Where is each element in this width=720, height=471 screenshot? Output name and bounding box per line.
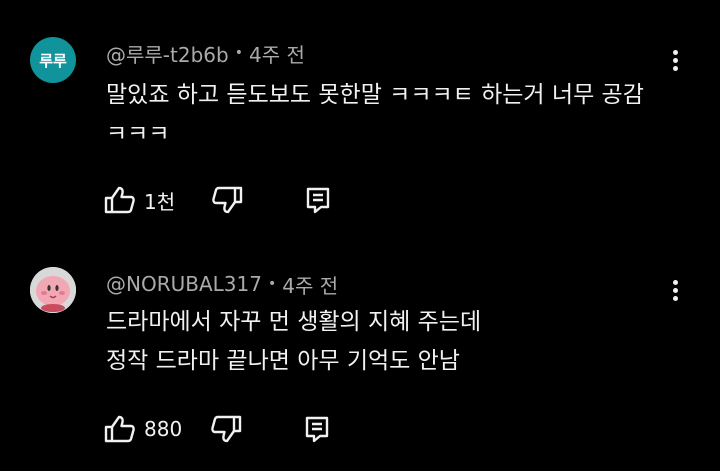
separator-dot: •: [234, 45, 243, 61]
more-dot-icon: [672, 279, 678, 285]
comment-actions: 880: [104, 411, 330, 447]
avatar[interactable]: [30, 267, 76, 313]
comment-line: 말있죠 하고 듣도보도 못한말 ㅋㅋㅋㅌ 하는거 너무 공감: [106, 82, 644, 108]
avatar-text: 루루: [39, 51, 67, 70]
more-options-button[interactable]: [660, 40, 690, 80]
comment-item: @NORUBAL317 • 4주 전 드라마에서 자꾸 먼 생활의 지혜 주는데…: [0, 235, 720, 471]
author-name[interactable]: @NORUBAL317: [106, 272, 262, 296]
comment-header: @NORUBAL317 • 4주 전: [106, 269, 338, 299]
like-count: 1천: [144, 189, 176, 214]
like-count: 880: [144, 417, 183, 441]
more-dot-icon: [672, 287, 678, 293]
more-dot-icon: [672, 49, 678, 55]
avatar[interactable]: 루루: [30, 37, 76, 83]
like-button[interactable]: 880: [104, 415, 182, 443]
like-button[interactable]: 1천: [104, 186, 175, 215]
reply-button[interactable]: [305, 186, 331, 214]
comment-item: 루루 @루루-t2b6b • 4주 전 말있죠 하고 듣도보도 못한말 ㅋㅋㅋㅌ…: [0, 0, 720, 235]
timestamp[interactable]: 4주 전: [282, 270, 338, 299]
comment-text: 드라마에서 자꾸 먼 생활의 지혜 주는데 정작 드라마 끝나면 아무 기억도 …: [106, 303, 696, 381]
comment-text: 말있죠 하고 듣도보도 못한말 ㅋㅋㅋㅌ 하는거 너무 공감 ㅋㅋㅋ: [106, 76, 696, 154]
thumbs-up-icon: [104, 415, 136, 443]
more-dot-icon: [672, 295, 678, 301]
author-name[interactable]: @루루-t2b6b: [106, 39, 229, 68]
timestamp[interactable]: 4주 전: [249, 39, 305, 68]
reply-button[interactable]: [304, 415, 330, 443]
thumbs-down-icon: [211, 186, 243, 214]
comment-actions: 1천: [104, 182, 331, 218]
separator-dot: •: [267, 276, 277, 292]
dislike-button[interactable]: [211, 186, 243, 214]
reply-icon: [304, 415, 330, 443]
dislike-button[interactable]: [210, 415, 242, 443]
more-dot-icon: [672, 65, 678, 71]
reply-icon: [305, 186, 331, 214]
comment-header: @루루-t2b6b • 4주 전: [106, 38, 305, 68]
thumbs-up-icon: [104, 186, 136, 214]
comment-line: ㅋㅋㅋ: [106, 121, 170, 147]
thumbs-down-icon: [210, 415, 242, 443]
comment-line: 드라마에서 자꾸 먼 생활의 지혜 주는데: [106, 309, 482, 335]
comment-line: 정작 드라마 끝나면 아무 기억도 안남: [106, 348, 460, 374]
more-dot-icon: [672, 57, 678, 63]
